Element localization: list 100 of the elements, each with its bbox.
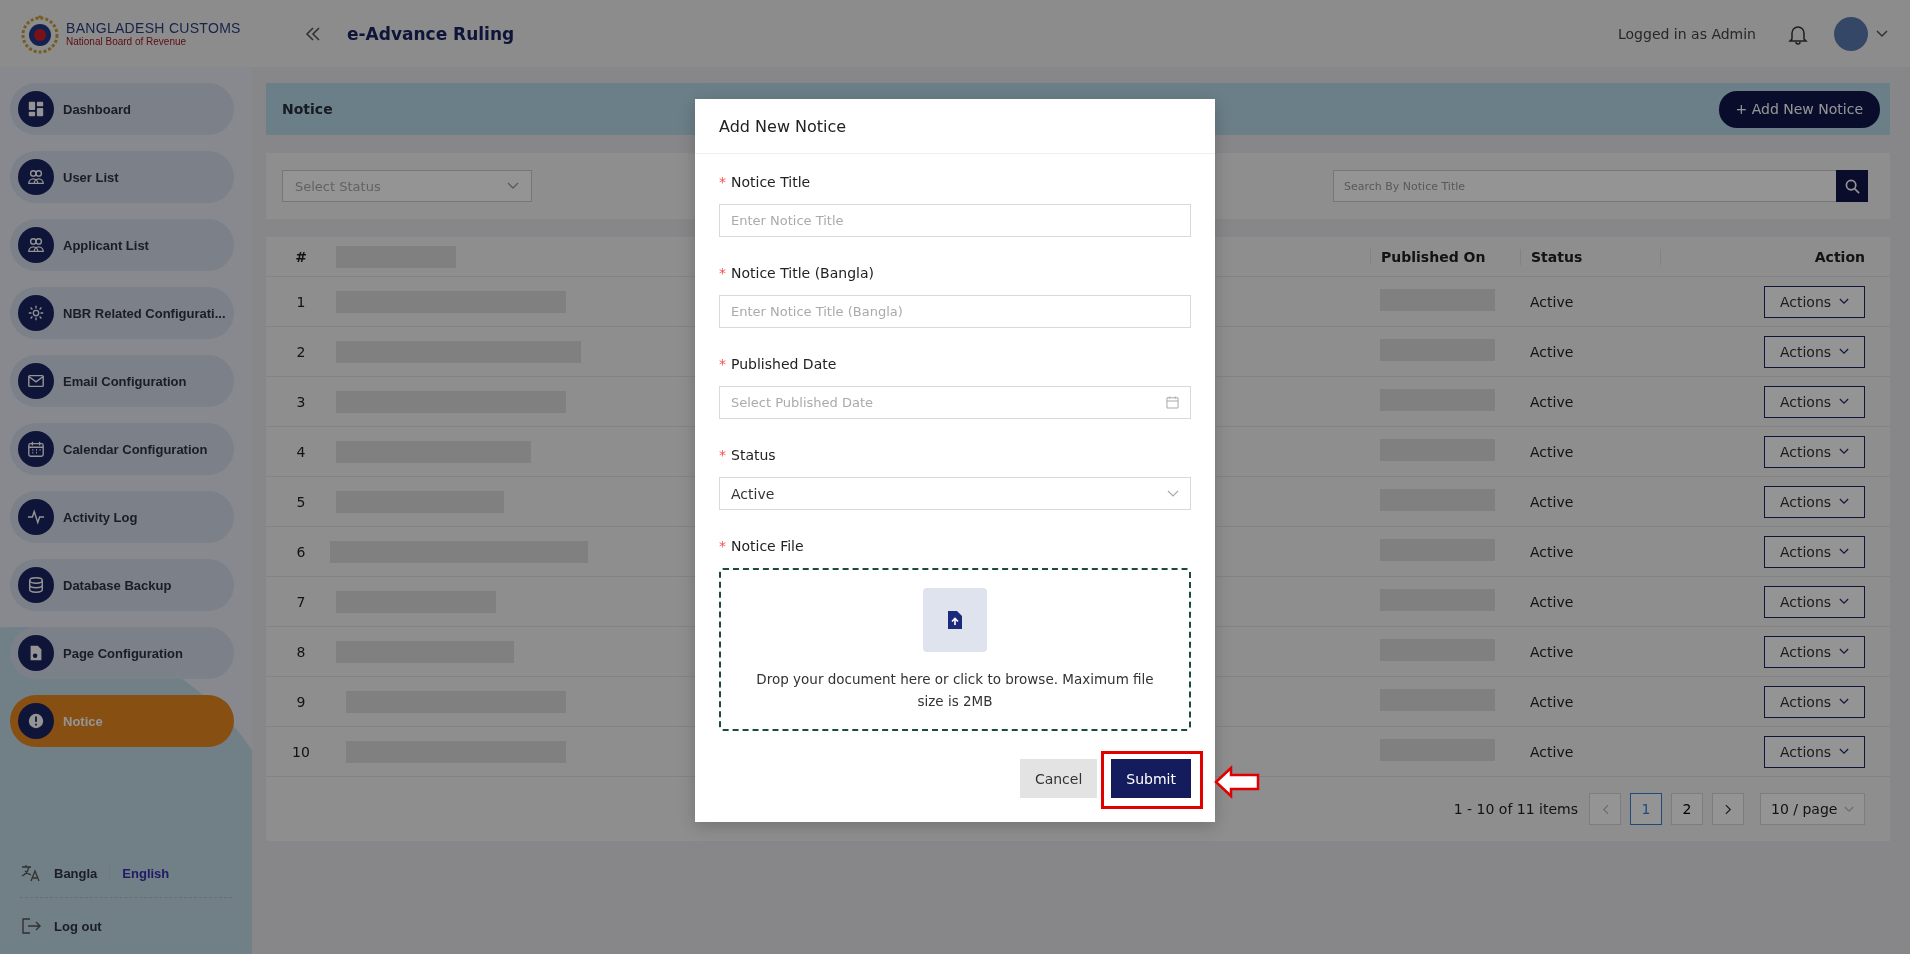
page-button[interactable]: 1 [1630, 793, 1662, 825]
status-text: Active [1529, 593, 1575, 610]
row-number: 10 [291, 743, 311, 760]
chevron-down-icon [1839, 698, 1850, 705]
row-number: 4 [295, 443, 307, 460]
calendar-icon [27, 440, 45, 458]
actions-dropdown[interactable]: Actions [1764, 585, 1865, 618]
actions-dropdown[interactable]: Actions [1764, 335, 1865, 368]
add-new-notice-button[interactable]: + Add New Notice [1718, 90, 1880, 128]
user-label: Logged in as Admin [1618, 25, 1756, 42]
chevron-down-icon [1839, 548, 1850, 555]
chevron-down-icon [1167, 489, 1179, 498]
page-button[interactable]: 2 [1671, 793, 1703, 825]
page-size-select[interactable]: 10 / page [1760, 793, 1865, 825]
actions-dropdown[interactable]: Actions [1764, 685, 1865, 718]
exclamation-icon [27, 712, 45, 730]
column-header: Status [1520, 248, 1660, 265]
file-drop-zone[interactable]: Drop your document here or click to browse. Maximum file size is 2MB [719, 568, 1191, 731]
status-select[interactable]: Active [719, 477, 1191, 510]
input-field[interactable]: Enter Notice Title [719, 204, 1191, 237]
actions-dropdown[interactable]: Actions [1764, 535, 1865, 568]
chevron-down-icon [1839, 298, 1850, 305]
gear-icon [27, 304, 45, 322]
language-link[interactable]: English [122, 865, 170, 881]
required-asterisk: * [719, 538, 726, 554]
field-label: Status [731, 447, 776, 463]
status-text: Active [1529, 543, 1575, 560]
column-header: Published On [1370, 248, 1520, 265]
sidebar-item[interactable]: Calendar Configuration [10, 423, 234, 475]
chevron-down-icon[interactable] [1876, 29, 1888, 38]
row-number: 9 [295, 693, 307, 710]
required-asterisk: * [719, 265, 726, 281]
required-asterisk: * [719, 356, 726, 372]
pagination-summary: 1 - 10 of 11 items [1453, 801, 1578, 817]
chevron-down-icon [1839, 348, 1850, 355]
chevron-left-icon [1601, 803, 1609, 815]
row-number: 6 [295, 543, 307, 560]
chevron-down-icon [1839, 448, 1850, 455]
sidebar-item[interactable]: Applicant List [10, 219, 234, 271]
required-asterisk: * [719, 174, 726, 190]
logout-link[interactable]: Log out [54, 918, 102, 934]
actions-dropdown[interactable]: Actions [1764, 485, 1865, 518]
cancel-button[interactable]: Cancel [1019, 759, 1098, 798]
calendar-icon [1166, 396, 1179, 409]
actions-dropdown[interactable]: Actions [1764, 435, 1865, 468]
row-number: 7 [295, 593, 307, 610]
app-title: e-Advance Ruling [347, 23, 515, 44]
row-number: 2 [295, 343, 307, 360]
field-label: Notice File [731, 538, 804, 554]
page-title: Notice [282, 101, 333, 117]
status-text: Active [1529, 493, 1575, 510]
search-icon [1844, 178, 1860, 194]
translate-icon [20, 863, 42, 883]
dashboard-icon [27, 100, 45, 118]
sidebar-item[interactable]: Database Backup [10, 559, 234, 611]
users-icon [27, 236, 45, 254]
row-number: 5 [295, 493, 307, 510]
submit-button[interactable]: Submit [1111, 759, 1191, 798]
status-text: Active [1529, 643, 1575, 660]
status-text: Active [1529, 743, 1575, 760]
status-text: Active [1529, 343, 1575, 360]
sidebar-item[interactable]: Email Configuration [10, 355, 234, 407]
chevron-down-icon [1839, 498, 1850, 505]
status-text: Active [1529, 693, 1575, 710]
logo-title: BANGLADESH CUSTOMS [66, 20, 241, 36]
row-number: 3 [295, 393, 307, 410]
sidebar-item[interactable]: Activity Log [10, 491, 234, 543]
status-text: Active [1529, 443, 1575, 460]
search-field[interactable]: Search By Notice Title [1333, 170, 1836, 202]
input-field[interactable]: Enter Notice Title (Bangla) [719, 295, 1191, 328]
sidebar-item[interactable]: Dashboard [10, 83, 234, 135]
chevron-down-icon [1839, 398, 1850, 405]
actions-dropdown[interactable]: Actions [1764, 385, 1865, 418]
chevron-down-icon [1839, 648, 1850, 655]
logout-icon [20, 916, 42, 936]
actions-dropdown[interactable]: Actions [1764, 635, 1865, 668]
row-number: 1 [295, 293, 307, 310]
language-link[interactable]: Bangla [54, 865, 98, 881]
database-icon [27, 576, 45, 594]
actions-dropdown[interactable]: Actions [1764, 735, 1865, 768]
sidebar-item[interactable]: User List [10, 151, 234, 203]
status-text: Active [1529, 393, 1575, 410]
pulse-icon [27, 508, 45, 526]
avatar[interactable] [1834, 16, 1868, 51]
field-label: Published Date [731, 356, 837, 372]
chevron-down-icon [507, 182, 519, 190]
users-icon [27, 168, 45, 186]
chevron-right-icon [1724, 803, 1732, 815]
search-button[interactable] [1836, 170, 1868, 202]
chevron-down-icon [1839, 598, 1850, 605]
actions-dropdown[interactable]: Actions [1764, 285, 1865, 318]
mail-icon [27, 372, 45, 390]
double-chevron-left-icon[interactable] [305, 26, 321, 41]
status-text: Active [1529, 293, 1575, 310]
upload-hint: Drop your document here or click to browse. Maximum file size is 2MB [755, 669, 1155, 711]
column-header: Action [1660, 248, 1890, 265]
field-label: Notice Title (Bangla) [731, 265, 874, 281]
sidebar-item[interactable]: Page Configuration [10, 627, 234, 679]
sidebar-item[interactable]: NBR Related Configurati... [10, 287, 234, 339]
required-asterisk: * [719, 447, 726, 463]
